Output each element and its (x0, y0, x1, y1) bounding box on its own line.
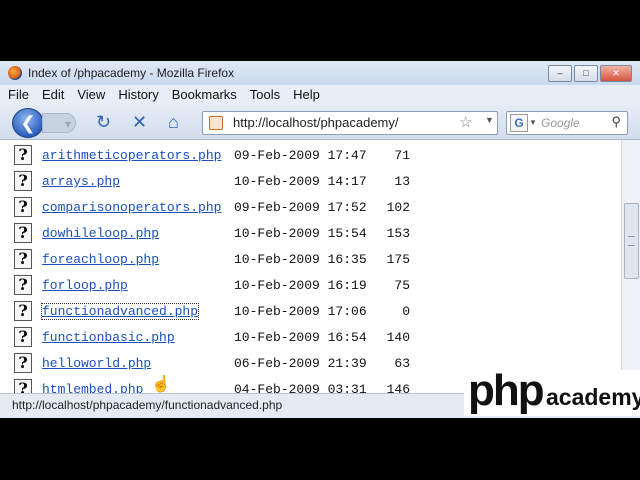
scrollbar-thumb[interactable] (624, 203, 639, 279)
menu-file[interactable]: File (0, 85, 34, 105)
file-date: 10-Feb-2009 16:54 (234, 330, 367, 345)
star-icon[interactable]: ☆ (459, 113, 472, 131)
logo-php-text: php (468, 366, 545, 415)
list-item: ? dowhileloop.php 10-Feb-2009 15:54 153 (0, 223, 620, 250)
file-link[interactable]: helloworld.php (42, 356, 151, 371)
file-date: 10-Feb-2009 16:19 (234, 278, 367, 293)
close-button[interactable]: ✕ (600, 65, 632, 82)
forward-arrow-icon[interactable]: ▾ (42, 113, 76, 133)
unknown-file-icon: ? (14, 171, 32, 191)
chevron-down-icon[interactable]: ▼ (529, 118, 537, 127)
unknown-file-icon: ? (14, 301, 32, 321)
window-controls: – □ ✕ (548, 65, 632, 82)
unknown-file-icon: ? (14, 197, 32, 217)
search-input[interactable]: Google (541, 116, 580, 130)
unknown-file-icon: ? (14, 275, 32, 295)
search-engine-icon[interactable]: G (510, 114, 528, 132)
magnifier-icon[interactable]: ⚲ (611, 114, 621, 130)
menu-bar: File Edit View History Bookmarks Tools H… (0, 85, 640, 105)
logo-academy-text: academy (546, 384, 640, 410)
window-title: Index of /phpacademy - Mozilla Firefox (28, 66, 235, 80)
search-bar[interactable]: G ▼ Google ⚲ (506, 111, 628, 135)
vertical-scrollbar[interactable] (621, 140, 640, 393)
unknown-file-icon: ? (14, 379, 32, 393)
back-arrow-icon[interactable]: ❮ (12, 108, 44, 138)
file-date: 09-Feb-2009 17:52 (234, 200, 367, 215)
file-size: 0 (402, 304, 410, 319)
file-size: 153 (386, 226, 410, 241)
list-item: ? comparisonoperators.php 09-Feb-2009 17… (0, 197, 620, 224)
firefox-icon (8, 66, 22, 80)
stop-icon[interactable]: ✕ (132, 112, 147, 132)
file-date: 10-Feb-2009 17:06 (234, 304, 367, 319)
file-link[interactable]: dowhileloop.php (42, 226, 159, 241)
unknown-file-icon: ? (14, 353, 32, 373)
file-size: 140 (386, 330, 410, 345)
chevron-down-icon[interactable]: ▼ (485, 115, 494, 125)
unknown-file-icon: ? (14, 249, 32, 269)
list-item: ? arrays.php 10-Feb-2009 14:17 13 (0, 171, 620, 198)
address-bar[interactable]: http://localhost/phpacademy/ ☆ ▼ (202, 111, 498, 135)
file-link[interactable]: functionadvanced.php (40, 303, 200, 320)
title-bar: Index of /phpacademy - Mozilla Firefox –… (0, 61, 640, 86)
list-item: ? functionadvanced.php 10-Feb-2009 17:06… (0, 301, 620, 328)
file-date: 09-Feb-2009 17:47 (234, 148, 367, 163)
file-link[interactable]: foreachloop.php (42, 252, 159, 267)
file-date: 04-Feb-2009 03:31 (234, 382, 367, 393)
directory-listing: ? arithmeticoperators.php 09-Feb-2009 17… (0, 140, 620, 393)
file-date: 10-Feb-2009 15:54 (234, 226, 367, 241)
maximize-button[interactable]: □ (574, 65, 598, 82)
file-size: 13 (394, 174, 410, 189)
file-link[interactable]: comparisonoperators.php (42, 200, 221, 215)
file-size: 175 (386, 252, 410, 267)
file-link[interactable]: arithmeticoperators.php (42, 148, 221, 163)
menu-help[interactable]: Help (285, 85, 325, 105)
reload-icon[interactable]: ↻ (96, 112, 111, 132)
browser-window: Index of /phpacademy - Mozilla Firefox –… (0, 61, 640, 418)
menu-bookmarks[interactable]: Bookmarks (164, 85, 242, 105)
file-size: 71 (394, 148, 410, 163)
navigation-toolbar: ❮ ▾ ↻ ✕ ⌂ http://localhost/phpacademy/ ☆… (0, 105, 640, 140)
site-icon (209, 116, 223, 130)
menu-view[interactable]: View (69, 85, 110, 105)
file-size: 146 (386, 382, 410, 393)
list-item: ? functionbasic.php 10-Feb-2009 16:54 14… (0, 327, 620, 354)
file-link[interactable]: arrays.php (42, 174, 120, 189)
file-date: 10-Feb-2009 16:35 (234, 252, 367, 267)
list-item: ? arithmeticoperators.php 09-Feb-2009 17… (0, 145, 620, 172)
file-size: 63 (394, 356, 410, 371)
file-size: 75 (394, 278, 410, 293)
file-link[interactable]: htmlembed.php (42, 382, 143, 393)
unknown-file-icon: ? (14, 223, 32, 243)
file-link[interactable]: forloop.php (42, 278, 128, 293)
file-date: 10-Feb-2009 14:17 (234, 174, 367, 189)
unknown-file-icon: ? (14, 145, 32, 165)
list-item: ? forloop.php 10-Feb-2009 16:19 75 (0, 275, 620, 302)
list-item: ? foreachloop.php 10-Feb-2009 16:35 175 (0, 249, 620, 276)
phpacademy-logo: php academy (464, 366, 640, 416)
menu-tools[interactable]: Tools (242, 85, 285, 105)
unknown-file-icon: ? (14, 327, 32, 347)
file-size: 102 (386, 200, 410, 215)
menu-history[interactable]: History (110, 85, 163, 105)
menu-edit[interactable]: Edit (34, 85, 69, 105)
mouse-pointer-icon: ☝ (151, 376, 171, 393)
file-link[interactable]: functionbasic.php (42, 330, 175, 345)
minimize-button[interactable]: – (548, 65, 572, 82)
home-icon[interactable]: ⌂ (168, 112, 179, 132)
status-text: http://localhost/phpacademy/functionadva… (12, 398, 283, 412)
file-date: 06-Feb-2009 21:39 (234, 356, 367, 371)
url-text[interactable]: http://localhost/phpacademy/ (233, 115, 399, 130)
scrollbar-grip (628, 236, 635, 246)
